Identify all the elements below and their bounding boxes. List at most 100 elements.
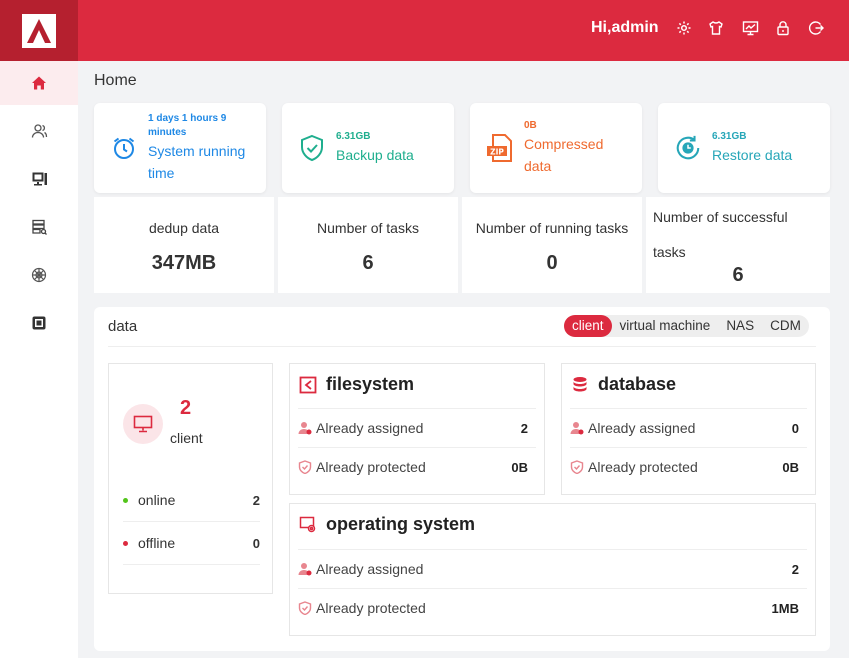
lock-icon[interactable]	[774, 19, 792, 37]
app-logo[interactable]	[0, 0, 78, 61]
online-label: online	[138, 492, 176, 508]
stat-value: 347MB	[151, 252, 217, 274]
monitor-icon	[32, 172, 47, 186]
compressed-data-value: 0B	[524, 120, 537, 131]
filesystem-title: filesystem	[326, 374, 415, 394]
page-title: Home	[94, 72, 137, 89]
client-label: client	[170, 430, 203, 446]
protected-label: Already protected	[316, 459, 426, 475]
filesystem-assigned-row: Already assigned 2	[298, 408, 536, 447]
protected-label: Already protected	[588, 459, 698, 475]
restore-data-label: Restore data	[712, 147, 793, 163]
assigned-value: 0	[791, 420, 799, 436]
protected-value: 0B	[511, 459, 528, 475]
offline-row: offline 0	[123, 522, 260, 565]
backup-data-value: 6.31GB	[336, 131, 371, 142]
system-running-time-card: 1 days 1 hours 9 minutes System running …	[94, 103, 266, 193]
alarm-clock-icon	[110, 134, 138, 162]
os-protected-row: Already protected 1MB	[298, 588, 807, 627]
backup-data-label: Backup data	[336, 147, 414, 163]
offline-label: offline	[138, 535, 176, 551]
theme-shirt-icon[interactable]	[707, 19, 725, 37]
database-icon	[570, 375, 590, 395]
sidebar-item-storage[interactable]	[0, 205, 78, 249]
database-title: database	[598, 374, 677, 394]
backup-data-card: 6.31GB Backup data	[282, 103, 454, 193]
users-icon	[31, 124, 47, 138]
assigned-value: 2	[791, 561, 799, 577]
device-icon	[32, 316, 46, 330]
svg-text:ZIP: ZIP	[490, 148, 504, 157]
sidebar-item-network[interactable]	[0, 253, 78, 297]
restore-data-card: 6.31GB Restore data	[658, 103, 830, 193]
sidebar-item-clients[interactable]	[0, 157, 78, 201]
filesystem-box: filesystem Already assigned 2 Already pr…	[289, 363, 545, 495]
running-time-label: System running time	[148, 143, 246, 181]
sidebar	[0, 61, 78, 658]
protected-value: 1MB	[771, 600, 799, 616]
assigned-label: Already assigned	[316, 561, 424, 577]
assigned-value: 2	[520, 420, 528, 436]
client-count: 2	[180, 397, 192, 419]
greeting-text: Hi,admin	[591, 19, 659, 36]
tab-virtual-machine[interactable]: virtual machine	[612, 315, 719, 337]
home-icon	[32, 76, 46, 90]
user-assigned-icon	[298, 562, 312, 576]
compressed-data-label: Compressed data	[524, 136, 604, 174]
tab-nas[interactable]: NAS	[718, 315, 762, 337]
shield-icon	[570, 460, 584, 474]
database-assigned-row: Already assigned 0	[570, 408, 807, 447]
operating-system-box: operating system Already assigned 2 Alre…	[289, 503, 816, 636]
database-protected-row: Already protected 0B	[570, 447, 807, 486]
assigned-label: Already assigned	[316, 420, 424, 436]
offline-value: 0	[252, 535, 260, 551]
stat-label: Number of tasks	[317, 220, 419, 236]
user-assigned-icon	[570, 421, 584, 435]
os-settings-icon	[298, 515, 318, 535]
protected-label: Already protected	[316, 600, 426, 616]
stat-label: Number of running tasks	[475, 220, 629, 236]
divider	[108, 346, 816, 347]
sidebar-item-home[interactable]	[0, 61, 78, 105]
shield-icon	[298, 460, 312, 474]
successful-tasks-stat: Number of successful tasks 6	[646, 197, 830, 293]
os-assigned-row: Already assigned 2	[298, 549, 807, 588]
stat-value: 6	[362, 252, 374, 274]
settings-icon[interactable]	[675, 19, 693, 37]
top-header: Hi,admin	[0, 0, 849, 61]
database-box: database Already assigned 0 Already prot…	[561, 363, 816, 495]
network-icon	[31, 267, 47, 283]
sidebar-item-users[interactable]	[0, 109, 78, 153]
compressed-data-card: ZIP 0B Compressed data	[470, 103, 642, 193]
restore-clock-icon	[674, 134, 702, 162]
stat-label: Number of successful tasks	[653, 209, 788, 260]
running-tasks-stat: Number of running tasks 0	[462, 197, 642, 293]
client-summary-box: 2 client online 2 offline 0	[108, 363, 273, 594]
restore-data-value: 6.31GB	[712, 131, 747, 142]
data-panel-title: data	[108, 318, 138, 335]
shield-icon	[298, 601, 312, 615]
monitor-icon[interactable]	[741, 19, 759, 37]
logout-icon[interactable]	[807, 19, 825, 37]
zip-file-icon: ZIP	[486, 134, 514, 162]
monitor-icon	[123, 404, 163, 444]
online-value: 2	[252, 492, 260, 508]
assigned-label: Already assigned	[588, 420, 696, 436]
tab-cdm[interactable]: CDM	[762, 315, 809, 337]
online-row: online 2	[123, 479, 260, 522]
tasks-stat: Number of tasks 6	[278, 197, 458, 293]
os-title: operating system	[326, 514, 476, 534]
dedup-data-stat: dedup data 347MB	[94, 197, 274, 293]
offline-dot	[123, 540, 128, 546]
sidebar-item-device[interactable]	[0, 301, 78, 345]
data-panel: data client virtual machine NAS CDM 2 cl…	[94, 307, 830, 651]
running-time-value: 1 days 1 hours 9 minutes	[148, 113, 227, 138]
stat-value: 0	[546, 252, 558, 274]
shield-check-icon	[298, 134, 326, 162]
online-dot	[123, 497, 128, 503]
filesystem-icon	[298, 375, 318, 395]
stat-label: dedup data	[148, 220, 220, 236]
protected-value: 0B	[782, 459, 799, 475]
tab-client[interactable]: client	[564, 315, 612, 337]
filesystem-protected-row: Already protected 0B	[298, 447, 536, 486]
